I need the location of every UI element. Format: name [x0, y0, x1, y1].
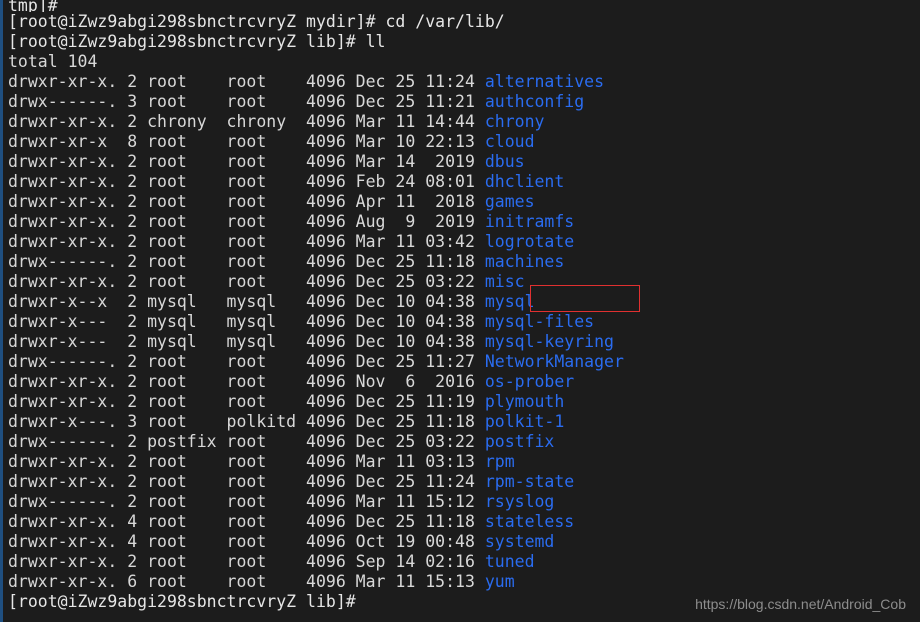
watermark-text: https://blog.csdn.net/Android_Cob	[695, 596, 906, 612]
listing-row-name[interactable]: postfix	[485, 432, 555, 451]
scrollback-partial-line: tmp]#	[8, 0, 920, 12]
total-line: total 104	[8, 52, 920, 72]
listing-row-name[interactable]: games	[485, 192, 535, 211]
listing-row-metadata: drwxr-xr-x. 2 root root 4096 Mar 14 2019	[8, 152, 485, 171]
listing-row-name[interactable]: rpm	[485, 452, 515, 471]
listing-row-name[interactable]: polkit-1	[485, 412, 564, 431]
listing-row-metadata: drwxr-xr-x. 2 root root 4096 Aug 9 2019	[8, 212, 485, 231]
terminal-screen[interactable]: tmp]# [root@iZwz9abgi298sbnctrcvryZ mydi…	[3, 0, 920, 622]
listing-row-metadata: drwx------. 2 root root 4096 Dec 25 11:1…	[8, 252, 485, 271]
terminal-window[interactable]: tmp]# [root@iZwz9abgi298sbnctrcvryZ mydi…	[0, 0, 920, 622]
listing-row-metadata: drwx------. 2 root root 4096 Dec 25 11:2…	[8, 352, 485, 371]
listing-row-name[interactable]: mysql-keyring	[485, 332, 614, 351]
listing-row-name[interactable]: yum	[485, 572, 515, 591]
listing-row: drwx------. 3 root root 4096 Dec 25 11:2…	[8, 92, 920, 112]
listing-row: drwxr-xr-x. 2 root root 4096 Feb 24 08:0…	[8, 172, 920, 192]
listing-row-metadata: drwxr-xr-x. 2 root root 4096 Dec 25 03:2…	[8, 272, 485, 291]
listing-row-name[interactable]: chrony	[485, 112, 545, 131]
listing-row-name[interactable]: stateless	[485, 512, 574, 531]
command-cd-text: cd /var/lib/	[385, 12, 505, 31]
listing-row-metadata: drwxr-xr-x. 2 chrony chrony 4096 Mar 11 …	[8, 112, 485, 131]
listing-row: drwxr-xr-x. 2 chrony chrony 4096 Mar 11 …	[8, 112, 920, 132]
listing-row: drwxr-x--- 2 mysql mysql 4096 Dec 10 04:…	[8, 332, 920, 352]
listing-row: drwx------. 2 postfix root 4096 Dec 25 0…	[8, 432, 920, 452]
listing-row: drwxr-xr-x. 2 root root 4096 Apr 11 2018…	[8, 192, 920, 212]
listing-row: drwxr-xr-x. 2 root root 4096 Mar 14 2019…	[8, 152, 920, 172]
listing-row-metadata: drwxr-xr-x. 2 root root 4096 Mar 11 03:1…	[8, 452, 485, 471]
listing-row-metadata: drwxr-x--- 2 mysql mysql 4096 Dec 10 04:…	[8, 312, 485, 331]
listing-row: drwxr-xr-x. 2 root root 4096 Dec 25 11:2…	[8, 472, 920, 492]
listing-row-metadata: drwxr-xr-x. 2 root root 4096 Dec 25 11:2…	[8, 472, 485, 491]
command-ll-text: ll	[365, 32, 386, 51]
total-text: total 104	[8, 52, 98, 71]
listing-row-metadata: drwx------. 2 postfix root 4096 Dec 25 0…	[8, 432, 485, 451]
listing-row-metadata: drwxr-xr-x. 2 root root 4096 Nov 6 2016	[8, 372, 485, 391]
listing-row: drwxr-xr-x. 4 root root 4096 Oct 19 00:4…	[8, 532, 920, 552]
listing-row-metadata: drwxr-xr-x. 2 root root 4096 Dec 25 11:1…	[8, 392, 485, 411]
listing-row-metadata: drwxr-xr-x. 4 root root 4096 Dec 25 11:1…	[8, 512, 485, 531]
listing-row-metadata: drwxr-xr-x. 2 root root 4096 Apr 11 2018	[8, 192, 485, 211]
directory-listing: drwxr-xr-x. 2 root root 4096 Dec 25 11:2…	[8, 72, 920, 592]
listing-row-metadata: drwxr-xr-x. 2 root root 4096 Mar 11 03:4…	[8, 232, 485, 251]
listing-row-name[interactable]: rsyslog	[485, 492, 555, 511]
listing-row-name[interactable]: tuned	[485, 552, 535, 571]
listing-row-name[interactable]: systemd	[485, 532, 555, 551]
listing-row-metadata: drwx------. 2 root root 4096 Mar 11 15:1…	[8, 492, 485, 511]
listing-row-name[interactable]: os-prober	[485, 372, 574, 391]
prompt-lib: [root@iZwz9abgi298sbnctrcvryZ lib]#	[8, 32, 366, 51]
command-line-cd: [root@iZwz9abgi298sbnctrcvryZ mydir]# cd…	[8, 12, 920, 32]
partial-prompt-text: tmp]#	[8, 0, 58, 12]
listing-row-metadata: drwxr-xr-x. 4 root root 4096 Oct 19 00:4…	[8, 532, 485, 551]
listing-row-metadata: drwxr-x---. 3 root polkitd 4096 Dec 25 1…	[8, 412, 485, 431]
listing-row: drwxr-xr-x. 2 root root 4096 Dec 25 11:1…	[8, 392, 920, 412]
command-line-ll: [root@iZwz9abgi298sbnctrcvryZ lib]# ll	[8, 32, 920, 52]
listing-row-name[interactable]: alternatives	[485, 72, 604, 91]
listing-row-name[interactable]: misc	[485, 272, 525, 291]
listing-row-name[interactable]: plymouth	[485, 392, 564, 411]
listing-row-metadata: drwxr-xr-x. 6 root root 4096 Mar 11 15:1…	[8, 572, 485, 591]
listing-row: drwxr-x--- 2 mysql mysql 4096 Dec 10 04:…	[8, 312, 920, 332]
listing-row-metadata: drwxr-x--x 2 mysql mysql 4096 Dec 10 04:…	[8, 292, 485, 311]
listing-row: drwxr-xr-x. 2 root root 4096 Dec 25 11:2…	[8, 72, 920, 92]
listing-row: drwx------. 2 root root 4096 Dec 25 11:2…	[8, 352, 920, 372]
listing-row: drwxr-x---. 3 root polkitd 4096 Dec 25 1…	[8, 412, 920, 432]
listing-row: drwxr-xr-x. 4 root root 4096 Dec 25 11:1…	[8, 512, 920, 532]
prompt-mydir: [root@iZwz9abgi298sbnctrcvryZ mydir]#	[8, 12, 386, 31]
listing-row: drwxr-xr-x. 2 root root 4096 Dec 25 03:2…	[8, 272, 920, 292]
prompt-lib-final: [root@iZwz9abgi298sbnctrcvryZ lib]#	[8, 592, 356, 611]
listing-row: drwxr-xr-x. 6 root root 4096 Mar 11 15:1…	[8, 572, 920, 592]
listing-row-name[interactable]: cloud	[485, 132, 535, 151]
listing-row: drwxr-xr-x. 2 root root 4096 Mar 11 03:4…	[8, 232, 920, 252]
listing-row: drwx------. 2 root root 4096 Mar 11 15:1…	[8, 492, 920, 512]
listing-row-name[interactable]: logrotate	[485, 232, 574, 251]
listing-row: drwx------. 2 root root 4096 Dec 25 11:1…	[8, 252, 920, 272]
listing-row: drwxr-xr-x. 2 root root 4096 Nov 6 2016 …	[8, 372, 920, 392]
listing-row-metadata: drwxr-x--- 2 mysql mysql 4096 Dec 10 04:…	[8, 332, 485, 351]
listing-row-metadata: drwxr-xr-x 8 root root 4096 Mar 10 22:13	[8, 132, 485, 151]
listing-row-metadata: drwxr-xr-x. 2 root root 4096 Dec 25 11:2…	[8, 72, 485, 91]
listing-row: drwxr-xr-x 8 root root 4096 Mar 10 22:13…	[8, 132, 920, 152]
listing-row-metadata: drwxr-xr-x. 2 root root 4096 Sep 14 02:1…	[8, 552, 485, 571]
listing-row: drwxr-x--x 2 mysql mysql 4096 Dec 10 04:…	[8, 292, 920, 312]
listing-row: drwxr-xr-x. 2 root root 4096 Mar 11 03:1…	[8, 452, 920, 472]
listing-row: drwxr-xr-x. 2 root root 4096 Sep 14 02:1…	[8, 552, 920, 572]
listing-row-name[interactable]: dbus	[485, 152, 525, 171]
listing-row-name[interactable]: dhclient	[485, 172, 564, 191]
listing-row: drwxr-xr-x. 2 root root 4096 Aug 9 2019 …	[8, 212, 920, 232]
listing-row-metadata: drwx------. 3 root root 4096 Dec 25 11:2…	[8, 92, 485, 111]
listing-row-metadata: drwxr-xr-x. 2 root root 4096 Feb 24 08:0…	[8, 172, 485, 191]
listing-row-name[interactable]: initramfs	[485, 212, 574, 231]
listing-row-name[interactable]: mysql	[485, 292, 535, 311]
listing-row-name[interactable]: rpm-state	[485, 472, 574, 491]
listing-row-name[interactable]: mysql-files	[485, 312, 594, 331]
listing-row-name[interactable]: machines	[485, 252, 564, 271]
listing-row-name[interactable]: authconfig	[485, 92, 584, 111]
listing-row-name[interactable]: NetworkManager	[485, 352, 624, 371]
